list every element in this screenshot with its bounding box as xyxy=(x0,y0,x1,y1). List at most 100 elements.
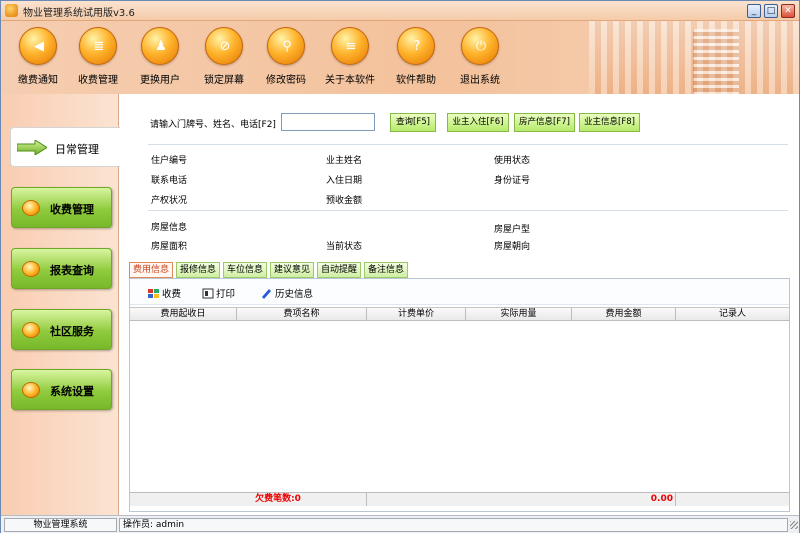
owner-checkin-button[interactable]: 业主入住[F6] xyxy=(447,113,509,132)
grid-footer: 欠费笔数:0 0.00 xyxy=(130,492,789,506)
toolbar-label: 收费管理 xyxy=(78,75,118,86)
change-password-button[interactable]: ⚲ 修改密码 xyxy=(251,27,321,89)
owner-name-label: 业主姓名 xyxy=(326,156,363,166)
title-bar: 物业管理系统试用版v3.6 _ □ ✕ xyxy=(1,1,799,21)
fee-info-panel: 收费 打印 历史信息 费用起收日 费项名称 计费单价 实际用量 费用金额 记录人… xyxy=(129,278,790,512)
sidebar-item-report-query[interactable]: 报表查询 xyxy=(11,248,112,289)
status-bar: 物业管理系统 操作员: admin xyxy=(1,515,799,533)
icon-glyph: ⊘ xyxy=(219,39,231,54)
fee-management-button[interactable]: ≣ 收费管理 xyxy=(63,27,133,89)
orientation-label: 房屋朝向 xyxy=(494,242,531,252)
lock-screen-icon: ⊘ xyxy=(205,27,243,65)
charge-tool[interactable]: 收费 xyxy=(148,286,181,300)
use-status-label: 使用状态 xyxy=(494,156,531,166)
megaphone-icon: ◀ xyxy=(19,27,57,65)
sidebar-item-community-service[interactable]: 社区服务 xyxy=(11,309,112,350)
phone-label: 联系电话 xyxy=(151,176,188,186)
sidebar-item-label: 收费管理 xyxy=(50,203,94,216)
query-button[interactable]: 查询[F5] xyxy=(390,113,436,132)
col-fee-start-date[interactable]: 费用起收日 xyxy=(130,308,237,321)
switch-user-button[interactable]: ♟ 更换用户 xyxy=(125,27,195,89)
id-no-label: 身份证号 xyxy=(494,176,531,186)
bullet-icon xyxy=(22,200,40,216)
software-help-button[interactable]: ? 软件帮助 xyxy=(381,27,451,89)
toolbar-label: 锁定屏幕 xyxy=(204,75,244,86)
sidebar-active-label: 日常管理 xyxy=(55,143,99,156)
bullet-icon xyxy=(22,322,40,338)
tab-fee-info[interactable]: 费用信息 xyxy=(129,262,173,278)
main-window: 物业管理系统试用版v3.6 _ □ ✕ ◀ 缴费通知 ≣ 收费管理 ♟ 更换用户 ⊘ 锁定屏幕… xyxy=(0,0,800,533)
print-tool[interactable]: 打印 xyxy=(202,286,235,300)
status-app-name: 物业管理系统 xyxy=(4,518,117,532)
icon-glyph: ⚲ xyxy=(282,39,292,54)
bullet-icon xyxy=(22,382,40,398)
about-software-button[interactable]: ≡ 关于本软件 xyxy=(315,27,385,89)
col-fee-item[interactable]: 费项名称 xyxy=(237,308,367,321)
sidebar-item-daily-management[interactable]: 日常管理 xyxy=(10,127,120,167)
charge-label: 收费 xyxy=(162,289,182,300)
main-toolbar: ◀ 缴费通知 ≣ 收费管理 ♟ 更换用户 ⊘ 锁定屏幕 ⚲ 修改密码 ≡ 关于本软件? 软件帮助 ⏻ 退出系… xyxy=(1,21,799,94)
owner-info-button[interactable]: 业主信息[F8] xyxy=(579,113,640,132)
history-tool[interactable]: 历史信息 xyxy=(261,286,313,300)
sidebar-item-label: 系统设置 xyxy=(50,385,94,398)
close-button[interactable]: ✕ xyxy=(781,4,795,18)
icon-glyph: ? xyxy=(413,39,421,54)
house-type-label: 房屋户型 xyxy=(494,225,531,235)
panel-toolbar: 收费 打印 历史信息 xyxy=(130,279,789,305)
exit-system-button[interactable]: ⏻ 退出系统 xyxy=(445,27,515,89)
col-unit-price[interactable]: 计费单价 xyxy=(367,308,466,321)
sidebar-item-label: 报表查询 xyxy=(50,264,94,277)
tab-suggestions[interactable]: 建议意见 xyxy=(270,262,314,278)
toolbar-label: 退出系统 xyxy=(460,75,500,86)
search-prompt: 请输入门牌号、姓名、电话[F2] xyxy=(150,120,276,130)
tab-notes[interactable]: 备注信息 xyxy=(364,262,408,278)
resize-grip[interactable] xyxy=(790,521,798,529)
checkin-date-label: 入住日期 xyxy=(326,176,363,186)
property-status-label: 产权状况 xyxy=(151,196,188,206)
arrow-right-icon xyxy=(17,140,47,155)
lock-screen-button[interactable]: ⊘ 锁定屏幕 xyxy=(189,27,259,89)
col-fee-amount[interactable]: 费用金额 xyxy=(572,308,676,321)
prepaid-amount-label: 预收金额 xyxy=(326,196,363,206)
toolbar-label: 关于本软件 xyxy=(325,75,375,86)
window-title: 物业管理系统试用版v3.6 xyxy=(23,8,135,19)
sidebar-item-system-settings[interactable]: 系统设置 xyxy=(11,369,112,410)
app-icon xyxy=(5,4,18,17)
bullet-icon xyxy=(22,261,40,277)
ledger-icon: ≣ xyxy=(79,27,117,65)
users-icon: ♟ xyxy=(141,27,179,65)
pencil-icon xyxy=(262,289,271,299)
help-icon: ? xyxy=(397,27,435,65)
icon-glyph: ♟ xyxy=(155,39,167,54)
sidebar-item-fee-management[interactable]: 收费管理 xyxy=(11,187,112,228)
key-icon: ⚲ xyxy=(267,27,305,65)
toolbar-label: 更换用户 xyxy=(140,75,180,86)
charge-icon xyxy=(148,289,159,298)
icon-glyph: ◀ xyxy=(34,39,44,54)
divider xyxy=(148,210,788,211)
toolbar-label: 修改密码 xyxy=(266,75,306,86)
history-label: 历史信息 xyxy=(275,289,314,300)
current-status-label: 当前状态 xyxy=(326,242,363,252)
col-actual-usage[interactable]: 实际用量 xyxy=(466,308,572,321)
minimize-button[interactable]: _ xyxy=(747,4,761,18)
col-recorder[interactable]: 记录人 xyxy=(676,308,789,321)
icon-glyph: ≣ xyxy=(93,39,105,54)
building-tower xyxy=(693,29,739,94)
grid-header: 费用起收日 费项名称 计费单价 实际用量 费用金额 记录人 xyxy=(130,307,789,321)
power-icon: ⏻ xyxy=(461,27,499,65)
print-label: 打印 xyxy=(216,289,236,300)
house-info-button[interactable]: 房产信息[F7] xyxy=(514,113,575,132)
tab-auto-reminder[interactable]: 自动提醒 xyxy=(317,262,361,278)
arrears-count: 欠费笔数:0 xyxy=(130,493,367,506)
document-icon: ≡ xyxy=(331,27,369,65)
house-area-label: 房屋面积 xyxy=(151,242,188,252)
search-input[interactable] xyxy=(281,113,375,131)
status-operator: 操作员: admin xyxy=(119,518,788,532)
tab-parking-info[interactable]: 车位信息 xyxy=(223,262,267,278)
icon-glyph: ⏻ xyxy=(475,39,487,54)
tab-repair-info[interactable]: 报修信息 xyxy=(176,262,220,278)
maximize-button[interactable]: □ xyxy=(764,4,778,18)
print-icon xyxy=(202,288,214,299)
divider xyxy=(148,144,788,145)
